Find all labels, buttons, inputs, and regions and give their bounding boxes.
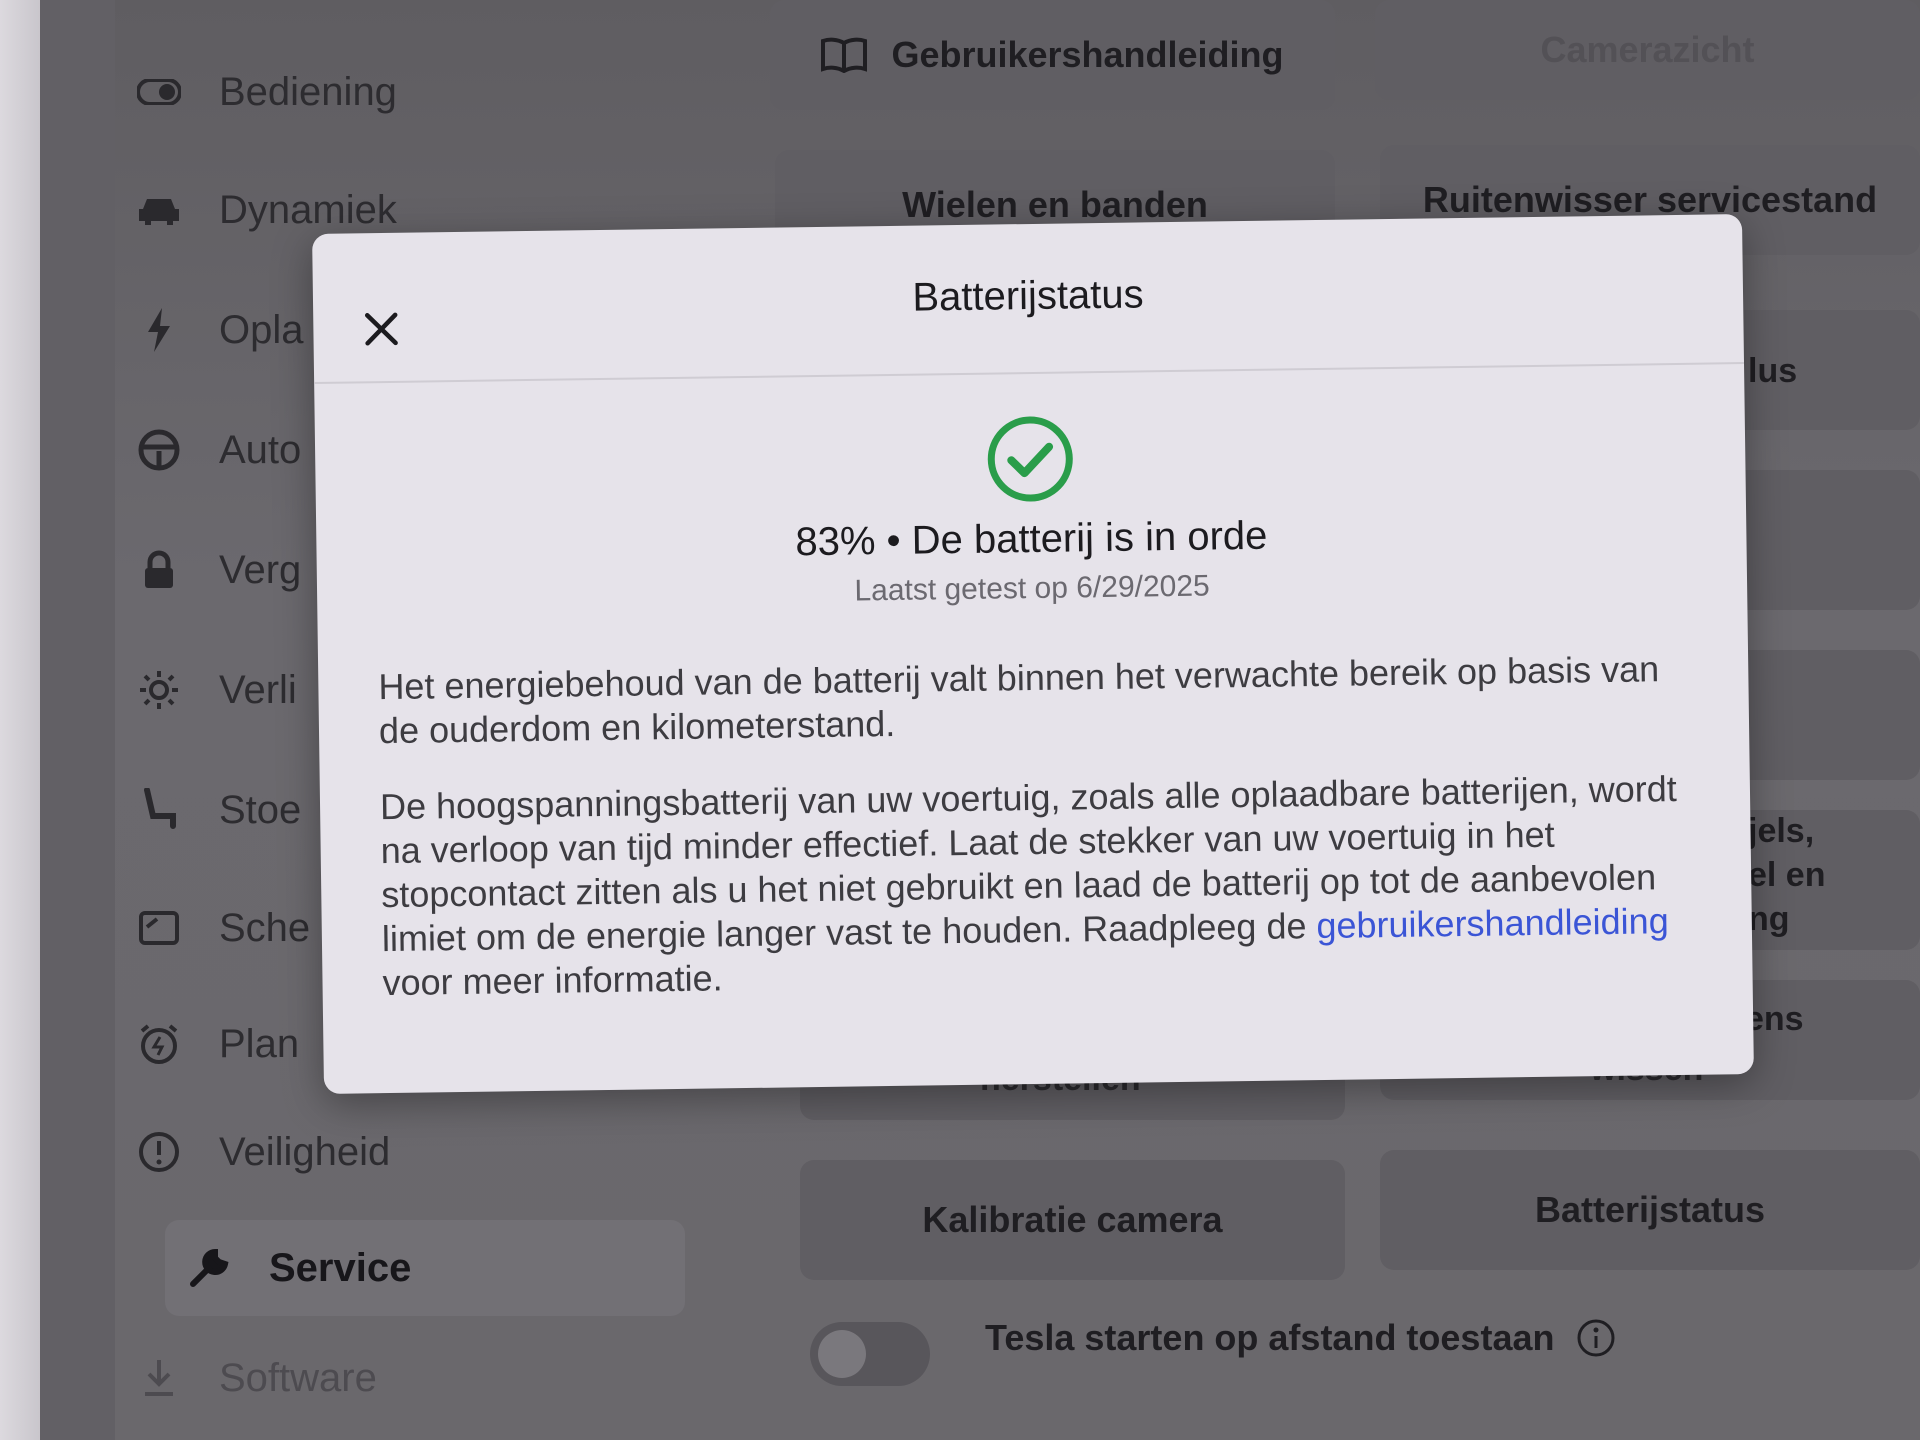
lightning-icon bbox=[135, 306, 183, 354]
sidebar-item-label: Plan bbox=[219, 1021, 300, 1066]
battery-info-paragraph: De hoogspanningsbatterij van uw voertuig… bbox=[380, 767, 1703, 1005]
camera-view-label: Camerazicht bbox=[1540, 29, 1755, 70]
sidebar-item-service[interactable]: Service bbox=[165, 1220, 685, 1316]
sidebar-item-veiligheid[interactable]: Veiligheid bbox=[135, 1112, 695, 1192]
left-edge-panel bbox=[0, 0, 40, 1440]
last-tested-date: Laatst getest op 6/29/2025 bbox=[854, 569, 1210, 608]
remote-start-row: Tesla starten op afstand toestaan bbox=[985, 1308, 1616, 1368]
dialog-header: Batterijstatus bbox=[312, 214, 1745, 385]
screen: Bediening Dynamiek Opla Auto Verg Verli … bbox=[0, 0, 1920, 1440]
alarm-icon bbox=[135, 1020, 183, 1068]
sidebar-item-label: Stoe bbox=[219, 787, 302, 832]
battery-status-button[interactable]: Batterijstatus bbox=[1380, 1150, 1920, 1270]
status-block: 83% • De batterij is in orde Laatst gete… bbox=[315, 404, 1748, 616]
sidebar-item-label: Software bbox=[219, 1355, 377, 1400]
manual-button[interactable]: Gebruikershandleiding bbox=[770, 0, 1335, 110]
info-icon[interactable] bbox=[1576, 1318, 1616, 1358]
toggle-knob bbox=[818, 1330, 866, 1378]
dialog-title: Batterijstatus bbox=[912, 272, 1144, 320]
sidebar-item-label: Opla bbox=[219, 307, 304, 352]
battery-status-dialog: Batterijstatus 83% • De batterij is in o… bbox=[312, 214, 1754, 1094]
sidebar-item-software[interactable]: Software bbox=[135, 1338, 695, 1418]
camera-view-button[interactable]: Camerazicht bbox=[1375, 0, 1920, 100]
partial-label-els: jels, bbox=[1748, 812, 1815, 850]
sidebar-item-label: Sche bbox=[219, 905, 311, 950]
battery-info-tail: voor meer informatie. bbox=[382, 957, 723, 1004]
left-edge-shadow bbox=[40, 0, 115, 1440]
manual-label: Gebruikershandleiding bbox=[891, 34, 1284, 75]
sidebar-item-bediening[interactable]: Bediening bbox=[135, 52, 695, 132]
owners-manual-link[interactable]: gebruikershandleiding bbox=[1316, 900, 1669, 946]
partial-label-ng: ng bbox=[1748, 900, 1790, 938]
alert-circle-icon bbox=[135, 1128, 183, 1176]
wrench-icon bbox=[185, 1244, 233, 1292]
wheels-label: Wielen en banden bbox=[902, 184, 1208, 225]
battery-status-label: Batterijstatus bbox=[1534, 1189, 1766, 1230]
partial-label-ens: ens bbox=[1745, 1000, 1804, 1038]
partial-label-elen: el en bbox=[1748, 856, 1826, 894]
sun-icon bbox=[135, 666, 183, 714]
sidebar-item-label: Verli bbox=[219, 667, 297, 712]
sidebar-item-label: Veiligheid bbox=[219, 1129, 391, 1174]
sidebar-item-label: Auto bbox=[219, 427, 302, 472]
calibration-label: Kalibratie camera bbox=[922, 1199, 1223, 1240]
remote-start-label: Tesla starten op afstand toestaan bbox=[985, 1317, 1555, 1358]
remote-start-toggle[interactable] bbox=[810, 1322, 930, 1386]
sidebar-item-label: Service bbox=[269, 1245, 412, 1290]
lock-icon bbox=[135, 546, 183, 594]
sidebar-item-label: Verg bbox=[219, 547, 302, 592]
battery-health-status: 83% • De batterij is in orde bbox=[795, 513, 1268, 565]
partial-label-lus: lus bbox=[1748, 352, 1798, 390]
check-circle-icon bbox=[985, 413, 1076, 509]
book-icon bbox=[821, 37, 868, 73]
camera-calibration-button[interactable]: Kalibratie camera bbox=[800, 1160, 1345, 1280]
energy-retention-paragraph: Het energiebehoud van de batterij valt b… bbox=[378, 648, 1660, 752]
screen-icon bbox=[135, 904, 183, 952]
sidebar-item-label: Bediening bbox=[219, 69, 397, 114]
seat-icon bbox=[135, 786, 183, 834]
toggle-icon bbox=[135, 68, 183, 116]
sidebar-item-label: Dynamiek bbox=[219, 187, 397, 232]
download-icon bbox=[135, 1354, 183, 1402]
car-icon bbox=[135, 186, 183, 234]
steering-wheel-icon bbox=[135, 426, 183, 474]
